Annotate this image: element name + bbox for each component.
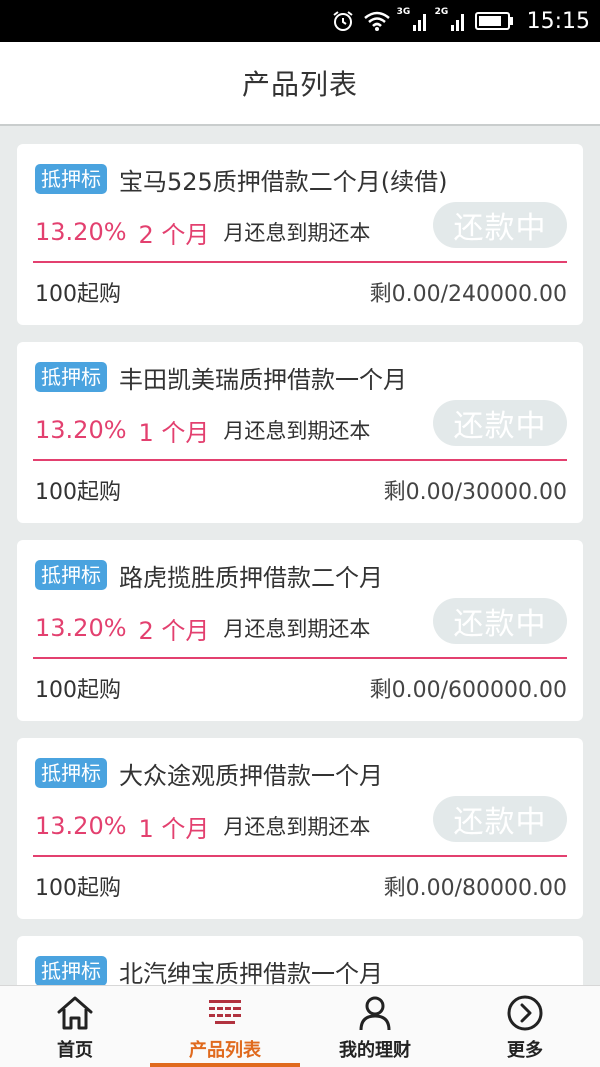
nav-item-home[interactable]: 首页	[0, 986, 150, 1067]
page-title: 产品列表	[241, 68, 358, 101]
product-card[interactable]: 抵押标 大众途观质押借款一个月 13.20% 1 个月 月还息到期还本 还款中 …	[17, 738, 583, 919]
bottom-nav: 首页 产品列表 我的理财 更多	[0, 985, 600, 1067]
product-badge: 抵押标	[35, 956, 107, 986]
product-title: 宝马525质押借款二个月(续借)	[119, 167, 448, 196]
nav-label-more: 更多	[507, 1040, 543, 1061]
product-list[interactable]: 抵押标 宝马525质押借款二个月(续借) 13.20% 2 个月 月还息到期还本…	[0, 126, 600, 986]
alarm-icon	[332, 11, 353, 31]
product-rate: 13.20%	[35, 416, 127, 444]
product-badge: 抵押标	[35, 164, 107, 194]
product-rate: 13.20%	[35, 812, 127, 840]
product-title: 路虎揽胜质押借款二个月	[119, 563, 383, 592]
product-title: 大众途观质押借款一个月	[119, 761, 383, 790]
signal-2g: 2G	[434, 7, 467, 33]
product-badge: 抵押标	[35, 560, 107, 590]
product-remaining: 剩0.00/30000.00	[383, 480, 567, 505]
product-card[interactable]: 抵押标 丰田凯美瑞质押借款一个月 13.20% 1 个月 月还息到期还本 还款中…	[17, 342, 583, 523]
product-term: 1 个月	[138, 814, 210, 843]
product-term: 2 个月	[138, 220, 210, 249]
status-bar: 3G 2G 15:15	[0, 0, 600, 42]
product-repay-method: 月还息到期还本	[223, 221, 371, 245]
product-rate: 13.20%	[35, 218, 127, 246]
wifi-icon	[363, 11, 390, 31]
nav-item-more[interactable]: 更多	[450, 986, 600, 1067]
clock: 15:15	[526, 8, 590, 34]
product-list-icon	[209, 1000, 241, 1024]
nav-label-home: 首页	[57, 1040, 93, 1061]
product-status-button[interactable]: 还款中	[433, 598, 567, 644]
nav-label-my-finance: 我的理财	[339, 1040, 411, 1061]
product-title: 丰田凯美瑞质押借款一个月	[119, 365, 407, 394]
product-status-button[interactable]: 还款中	[433, 796, 567, 842]
signal-2g-label: 2G	[434, 7, 449, 17]
signal-3g-label: 3G	[396, 7, 411, 17]
product-card[interactable]: 抵押标 路虎揽胜质押借款二个月 13.20% 2 个月 月还息到期还本 还款中 …	[17, 540, 583, 721]
nav-item-product-list[interactable]: 产品列表	[150, 986, 300, 1067]
product-repay-method: 月还息到期还本	[223, 419, 371, 443]
user-icon	[359, 996, 391, 1031]
home-icon	[57, 996, 93, 1030]
signal-3g: 3G	[396, 7, 429, 33]
page-header: 产品列表	[0, 42, 600, 126]
product-repay-method: 月还息到期还本	[223, 815, 371, 839]
battery-icon	[474, 12, 513, 30]
product-card[interactable]: 抵押标 宝马525质押借款二个月(续借) 13.20% 2 个月 月还息到期还本…	[17, 144, 583, 325]
product-title: 北汽绅宝质押借款一个月	[119, 959, 383, 987]
product-rate: 13.20%	[35, 614, 127, 642]
more-icon	[507, 995, 543, 1031]
product-repay-method: 月还息到期还本	[223, 617, 371, 641]
nav-active-indicator	[150, 1063, 300, 1067]
product-card[interactable]: 抵押标 北汽绅宝质押借款一个月	[17, 936, 583, 986]
product-min-buy: 100起购	[35, 480, 121, 505]
product-status-button[interactable]: 还款中	[433, 202, 567, 248]
card-divider	[33, 261, 567, 263]
product-status-button[interactable]: 还款中	[433, 400, 567, 446]
product-remaining: 剩0.00/80000.00	[383, 876, 567, 901]
card-divider	[33, 657, 567, 659]
product-term: 2 个月	[138, 616, 210, 645]
card-divider	[33, 459, 567, 461]
product-min-buy: 100起购	[35, 678, 121, 703]
status-icons: 3G 2G 15:15	[331, 0, 590, 42]
product-min-buy: 100起购	[35, 282, 121, 307]
product-badge: 抵押标	[35, 758, 107, 788]
product-badge: 抵押标	[35, 362, 107, 392]
product-min-buy: 100起购	[35, 876, 121, 901]
product-term: 1 个月	[138, 418, 210, 447]
product-remaining: 剩0.00/600000.00	[369, 678, 567, 703]
card-divider	[33, 855, 567, 857]
nav-label-product-list: 产品列表	[189, 1040, 261, 1061]
product-remaining: 剩0.00/240000.00	[369, 282, 567, 307]
nav-item-my-finance[interactable]: 我的理财	[300, 986, 450, 1067]
